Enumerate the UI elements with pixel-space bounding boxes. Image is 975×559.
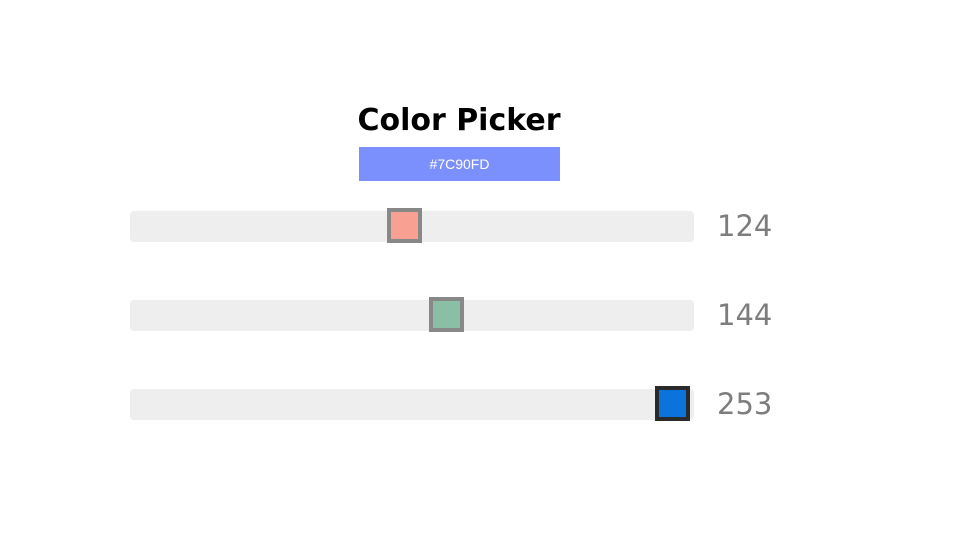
blue-slider-row: 253 bbox=[130, 384, 790, 424]
green-slider-thumb[interactable] bbox=[429, 297, 464, 332]
blue-value: 253 bbox=[717, 387, 773, 421]
red-slider-track[interactable] bbox=[130, 208, 694, 243]
blue-slider-track[interactable] bbox=[130, 386, 694, 421]
hex-color-preview: #7C90FD bbox=[359, 147, 560, 181]
red-slider-thumb[interactable] bbox=[387, 208, 422, 243]
green-slider-row: 144 bbox=[130, 295, 790, 335]
hex-color-value: #7C90FD bbox=[429, 156, 490, 172]
color-picker-app: Color Picker #7C90FD 124 144 253 bbox=[0, 0, 975, 559]
green-value: 144 bbox=[717, 298, 773, 332]
red-slider-row: 124 bbox=[130, 206, 790, 246]
page-title: Color Picker bbox=[357, 103, 561, 138]
green-slider-track[interactable] bbox=[130, 297, 694, 332]
red-value: 124 bbox=[717, 209, 773, 243]
blue-slider-thumb[interactable] bbox=[655, 386, 690, 421]
